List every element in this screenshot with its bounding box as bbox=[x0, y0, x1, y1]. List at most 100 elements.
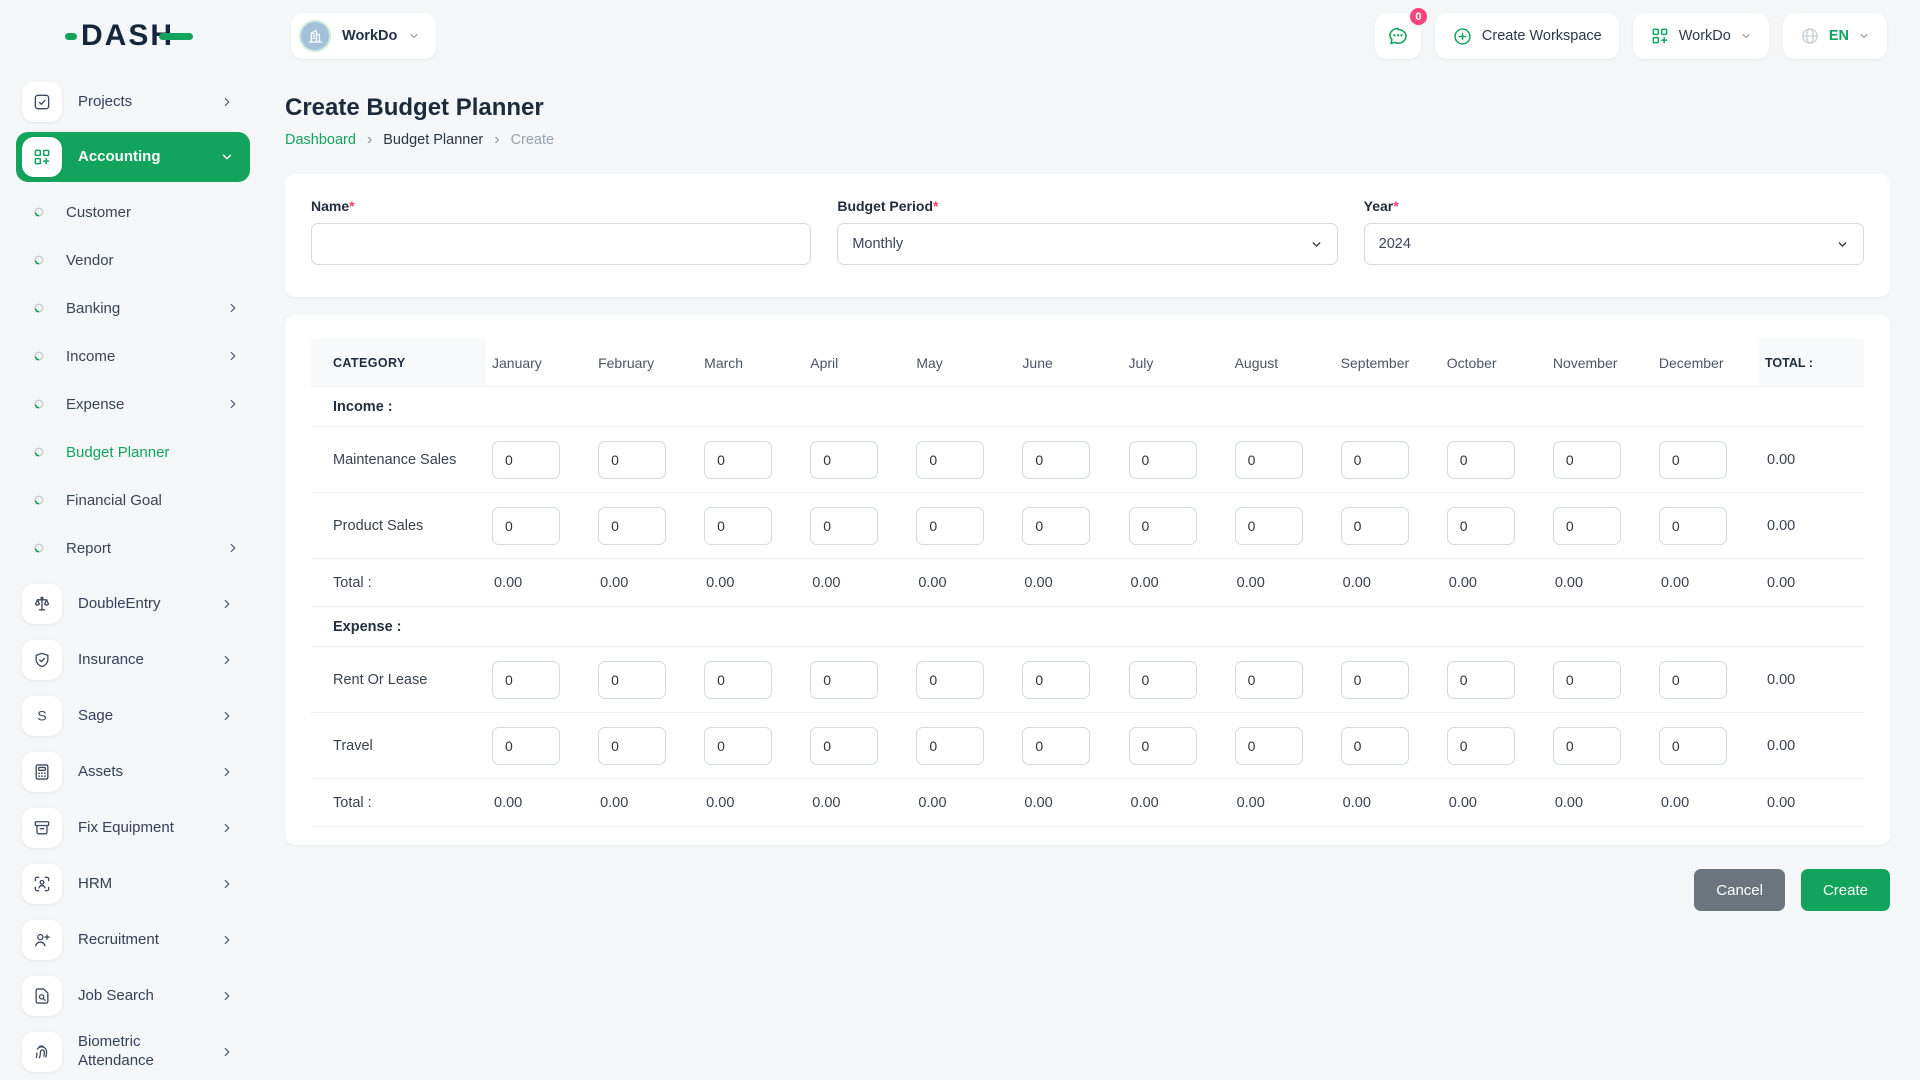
budget-cell-input[interactable] bbox=[1658, 506, 1727, 545]
total-row-grand-total: 0.00 bbox=[1767, 574, 1796, 591]
sidebar-subitem-customer[interactable]: Customer bbox=[16, 188, 262, 236]
budget-period-select[interactable]: Monthly bbox=[837, 223, 1338, 265]
budget-row-total: 0.00 bbox=[1767, 737, 1796, 754]
budget-cell-input[interactable] bbox=[704, 440, 773, 479]
budget-cell bbox=[698, 506, 804, 545]
total-row-value: 0.00 bbox=[1342, 794, 1371, 811]
budget-cell-input[interactable] bbox=[1446, 660, 1515, 699]
sidebar-subitem-banking[interactable]: Banking bbox=[16, 284, 262, 332]
budget-cell-input[interactable] bbox=[492, 440, 560, 479]
required-asterisk: * bbox=[1393, 198, 1399, 214]
budget-cell-input[interactable] bbox=[1128, 506, 1197, 545]
budget-cell-input[interactable] bbox=[1234, 506, 1303, 545]
budget-cell-input[interactable] bbox=[1022, 440, 1091, 479]
budget-cell-input[interactable] bbox=[1234, 726, 1303, 765]
budget-cell-input[interactable] bbox=[1340, 506, 1409, 545]
budget-cell-input[interactable] bbox=[1234, 660, 1303, 699]
month-header-february: February bbox=[598, 354, 655, 371]
sidebar-item-label: Biometric Attendance bbox=[78, 1033, 154, 1069]
budget-cell-input[interactable] bbox=[1552, 726, 1621, 765]
breadcrumb-item-dashboard[interactable]: Dashboard bbox=[285, 132, 356, 148]
chevron-down-icon bbox=[1858, 30, 1870, 42]
budget-cell-input[interactable] bbox=[598, 506, 667, 545]
breadcrumb-item-budget-planner[interactable]: Budget Planner bbox=[383, 132, 483, 148]
budget-cell-input[interactable] bbox=[810, 440, 879, 479]
sidebar-subitem-income[interactable]: Income bbox=[16, 332, 262, 380]
budget-cell-input[interactable] bbox=[810, 660, 879, 699]
budget-cell-input[interactable] bbox=[1022, 726, 1091, 765]
budget-cell-input[interactable] bbox=[492, 660, 560, 699]
budget-cell-input[interactable] bbox=[704, 726, 773, 765]
language-selector[interactable]: EN bbox=[1782, 13, 1887, 59]
sidebar-subitem-report[interactable]: Report bbox=[16, 524, 262, 572]
sidebar-item-assets[interactable]: Assets bbox=[16, 746, 250, 798]
budget-cell-input[interactable] bbox=[1340, 726, 1409, 765]
budget-cell-input[interactable] bbox=[492, 506, 560, 545]
sidebar-item-sage[interactable]: S Sage bbox=[16, 690, 250, 742]
sidebar-item-label: Assets bbox=[78, 762, 124, 780]
sidebar-item-accounting[interactable]: Accounting bbox=[16, 132, 250, 182]
budget-cell-input[interactable] bbox=[1446, 726, 1515, 765]
budget-cell-input[interactable] bbox=[1128, 440, 1197, 479]
grid-plus-icon bbox=[1652, 28, 1668, 44]
language-label: EN bbox=[1828, 28, 1849, 44]
budget-cell bbox=[804, 660, 910, 699]
budget-cell-input[interactable] bbox=[810, 506, 879, 545]
sidebar-subitem-budget-planner[interactable]: Budget Planner bbox=[16, 428, 262, 476]
budget-cell-input[interactable] bbox=[1128, 726, 1197, 765]
budget-cell-input[interactable] bbox=[1658, 440, 1727, 479]
budget-cell-input[interactable] bbox=[916, 506, 985, 545]
budget-cell bbox=[910, 440, 1016, 479]
budget-cell-input[interactable] bbox=[598, 726, 667, 765]
sidebar-subitem-vendor[interactable]: Vendor bbox=[16, 236, 262, 284]
budget-cell-input[interactable] bbox=[810, 726, 879, 765]
budget-cell-input[interactable] bbox=[916, 440, 985, 479]
workspace-selector[interactable]: WorkDo bbox=[291, 13, 437, 59]
budget-cell-input[interactable] bbox=[1552, 506, 1621, 545]
sidebar-item-hrm[interactable]: HRM bbox=[16, 858, 250, 910]
sidebar-item-fix-equipment[interactable]: Fix Equipment bbox=[16, 802, 250, 854]
budget-cell-input[interactable] bbox=[1446, 506, 1515, 545]
sidebar-item-job-search[interactable]: Job Search bbox=[16, 970, 250, 1022]
budget-cell-input[interactable] bbox=[1340, 660, 1409, 699]
budget-cell-input[interactable] bbox=[1022, 660, 1091, 699]
budget-row-rent-or-lease: Rent Or Lease 0.00 bbox=[311, 647, 1864, 713]
budget-cell-input[interactable] bbox=[1658, 660, 1727, 699]
create-workspace-button[interactable]: Create Workspace bbox=[1434, 13, 1619, 59]
total-row-value: 0.00 bbox=[600, 794, 629, 811]
budget-cell-input[interactable] bbox=[704, 506, 773, 545]
budget-cell-input[interactable] bbox=[1552, 660, 1621, 699]
budget-cell-input[interactable] bbox=[1446, 440, 1515, 479]
bullet-icon bbox=[33, 302, 45, 314]
messages-button[interactable]: 0 bbox=[1374, 6, 1429, 59]
budget-cell-input[interactable] bbox=[704, 660, 773, 699]
create-button[interactable]: Create bbox=[1800, 869, 1890, 911]
chevron-right-icon bbox=[220, 709, 234, 723]
sidebar-item-doubleentry[interactable]: DoubleEntry bbox=[16, 578, 250, 630]
year-select[interactable]: 2024 bbox=[1363, 223, 1864, 265]
total-header: TOTAL : bbox=[1759, 339, 1864, 386]
budget-cell-input[interactable] bbox=[598, 440, 667, 479]
cancel-button[interactable]: Cancel bbox=[1694, 869, 1785, 911]
budget-cell-input[interactable] bbox=[916, 660, 985, 699]
budget-cell bbox=[1441, 440, 1547, 479]
budget-cell-input[interactable] bbox=[1128, 660, 1197, 699]
sidebar-item-projects[interactable]: Projects bbox=[16, 76, 250, 128]
sidebar-subitem-expense[interactable]: Expense bbox=[16, 380, 262, 428]
budget-cell-input[interactable] bbox=[1340, 440, 1409, 479]
app-menu-button[interactable]: WorkDo bbox=[1632, 13, 1769, 59]
sidebar-item-biometric-attendance[interactable]: Biometric Attendance bbox=[16, 1026, 250, 1078]
app-logo[interactable]: DASH bbox=[65, 21, 194, 51]
name-input[interactable] bbox=[311, 223, 812, 265]
budget-cell-input[interactable] bbox=[1234, 440, 1303, 479]
budget-cell-input[interactable] bbox=[1022, 506, 1091, 545]
budget-cell bbox=[592, 440, 698, 479]
budget-cell-input[interactable] bbox=[1658, 726, 1727, 765]
budget-cell-input[interactable] bbox=[492, 726, 560, 765]
sidebar-item-recruitment[interactable]: Recruitment bbox=[16, 914, 250, 966]
sidebar-subitem-financial-goal[interactable]: Financial Goal bbox=[16, 476, 262, 524]
budget-cell-input[interactable] bbox=[598, 660, 667, 699]
budget-cell-input[interactable] bbox=[916, 726, 985, 765]
budget-cell-input[interactable] bbox=[1552, 440, 1621, 479]
sidebar-item-insurance[interactable]: Insurance bbox=[16, 634, 250, 686]
